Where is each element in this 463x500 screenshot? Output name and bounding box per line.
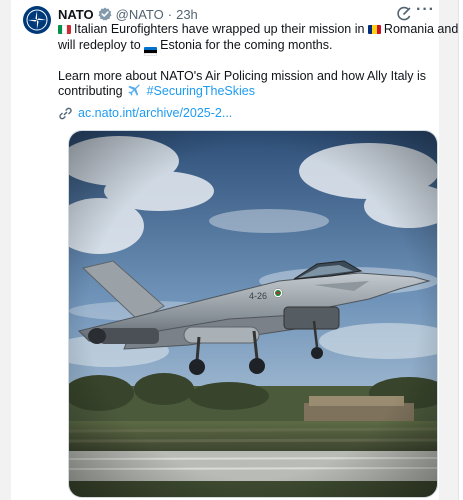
nato-compass-icon (26, 9, 48, 31)
author-name[interactable]: NATO (58, 7, 94, 22)
avatar[interactable] (23, 6, 51, 34)
link-text[interactable]: ac.nato.int/archive/2025-2... (78, 106, 232, 120)
post-text-segment: Romania and (383, 22, 459, 36)
post-card[interactable]: NATO @NATO · 23h ··· Italian Eurofighter… (10, 0, 458, 500)
external-link[interactable]: ac.nato.int/archive/2025-2... (58, 104, 232, 122)
post-header: NATO @NATO · 23h (58, 5, 378, 23)
post-text-line-2: will redeploy to Estonia for the coming … (58, 37, 428, 56)
post-text-segment: contributing (58, 84, 123, 98)
verified-badge-icon (98, 7, 112, 21)
post-text-segment: Italian Eurofighters have wrapped up the… (74, 22, 365, 36)
separator-dot: · (167, 6, 173, 22)
adjacent-column-edge (458, 0, 463, 500)
post-text-line-4: contributing #SecuringTheSkies (58, 84, 428, 100)
grok-icon[interactable] (396, 6, 412, 22)
author-handle[interactable]: @NATO (116, 7, 164, 22)
eurofighter-photo: 4-26 (69, 131, 437, 497)
post-time[interactable]: 23h (176, 7, 198, 22)
flag-estonia-icon (144, 46, 158, 56)
post-text-line-1: Italian Eurofighters have wrapped up the… (58, 22, 458, 38)
post-text-segment: will redeploy to (58, 37, 141, 52)
flag-italy-icon (58, 25, 71, 34)
post-text-segment: Estonia for the coming months. (160, 37, 333, 52)
hashtag-link[interactable]: #SecuringTheSkies (147, 84, 255, 98)
post-text-line-3: Learn more about NATO's Air Policing mis… (58, 68, 427, 83)
post-text: Italian Eurofighters have wrapped up the… (58, 22, 458, 100)
airplane-emoji-icon (128, 84, 140, 96)
more-icon[interactable]: ··· (416, 2, 434, 21)
flag-romania-icon (367, 25, 381, 34)
link-icon (59, 107, 72, 119)
post-image[interactable]: 4-26 (68, 130, 438, 498)
